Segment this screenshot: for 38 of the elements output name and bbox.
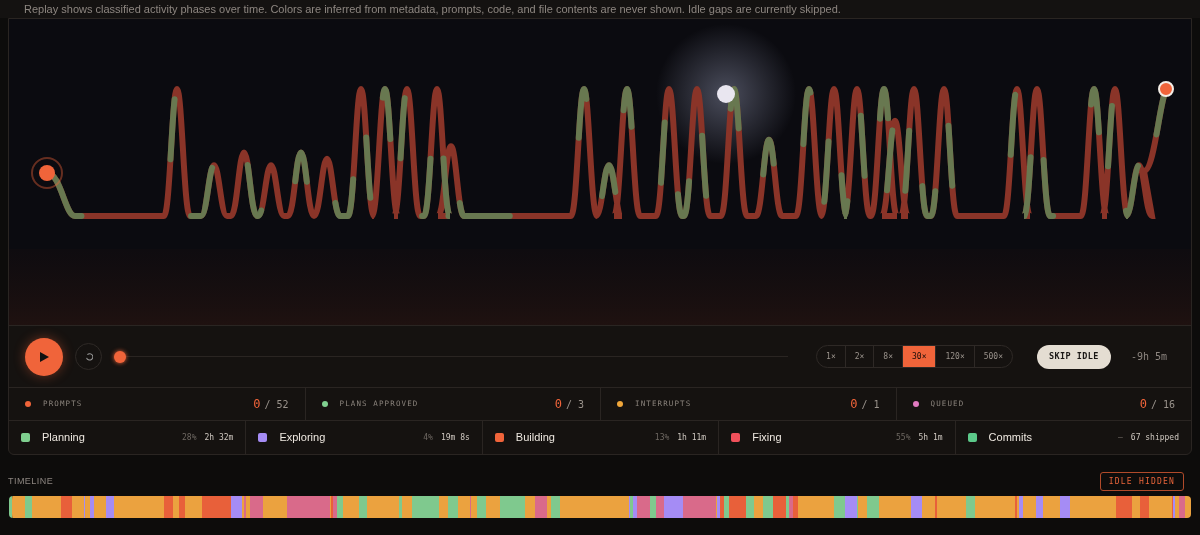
play-icon — [39, 351, 49, 362]
phase-percent: 55% — [896, 431, 911, 444]
timeline-title: TIMELINE — [8, 474, 54, 488]
phase-duration: 19m 8s — [440, 431, 470, 444]
restart-icon — [84, 352, 93, 361]
phase-percent: — — [1118, 431, 1123, 444]
phase-label: Building — [515, 430, 555, 446]
phase-label: Planning — [42, 430, 85, 446]
counter-current: 0 — [1139, 396, 1147, 413]
speed-option[interactable]: 120× — [935, 346, 974, 367]
speed-option[interactable]: 2× — [844, 346, 874, 367]
speed-option[interactable]: 500× — [973, 346, 1012, 367]
progress-thumb[interactable] — [114, 350, 126, 363]
phase-percent: 4% — [423, 431, 433, 444]
play-button[interactable] — [25, 337, 63, 376]
remaining-time: -9h 5m — [1130, 350, 1167, 364]
counter-current: 0 — [253, 396, 261, 413]
progress-track[interactable] — [114, 349, 789, 364]
phase-duration: 1h 11m — [677, 431, 707, 444]
speed-option[interactable]: 30× — [902, 346, 936, 367]
counter-total: / 52 — [264, 397, 289, 412]
phase-label: Exploring — [279, 430, 326, 446]
phase-duration: 2h 32m — [204, 431, 234, 444]
counter-total: / 16 — [1150, 397, 1175, 412]
phase-percent: 13% — [654, 431, 670, 444]
counter-current: 0 — [554, 396, 562, 413]
phase-duration: 67 shipped — [1130, 431, 1179, 444]
counter-total: / 1 — [861, 397, 880, 412]
description-text: Replay shows classified activity phases over time. Colors are inferred from metadata, prompts, code, and file contents are never shown. Idle gaps are currently skipped. — [24, 2, 841, 16]
phase-duration: 5h 1m — [918, 431, 943, 444]
phase-label: Commits — [988, 430, 1032, 446]
counter-total: / 3 — [565, 397, 584, 412]
skip-idle-button[interactable]: SKIP IDLE — [1037, 344, 1111, 369]
idle-hidden-button[interactable]: IDLE HIDDEN — [1099, 472, 1184, 491]
phase-percent: 28% — [182, 431, 197, 444]
counter-current: 0 — [850, 396, 858, 413]
speed-option[interactable]: 1× — [817, 346, 845, 367]
phase-label: Fixing — [752, 430, 782, 446]
